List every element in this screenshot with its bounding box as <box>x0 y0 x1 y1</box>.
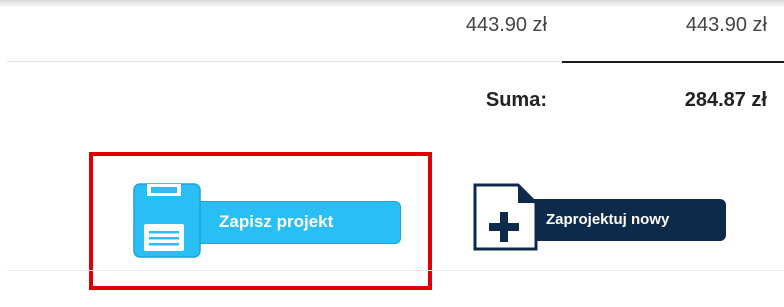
row-divider <box>7 61 562 62</box>
total-divider <box>562 61 784 63</box>
total-price: 443.90 zł <box>685 14 767 36</box>
save-project-button[interactable]: Zapisz projekt <box>133 183 403 258</box>
bottom-divider <box>7 270 784 271</box>
top-shadow <box>0 0 784 8</box>
floppy-disk-icon <box>133 183 205 263</box>
new-project-button[interactable]: Zaprojektuj nowy <box>472 182 730 252</box>
new-project-label: Zaprojektuj nowy <box>546 211 670 228</box>
unit-price: 443.90 zł <box>465 14 547 36</box>
new-document-plus-icon <box>472 182 540 257</box>
save-project-label: Zapisz projekt <box>219 212 334 231</box>
sum-value: 284.87 zł <box>684 89 767 111</box>
sum-label: Suma: <box>485 89 547 111</box>
